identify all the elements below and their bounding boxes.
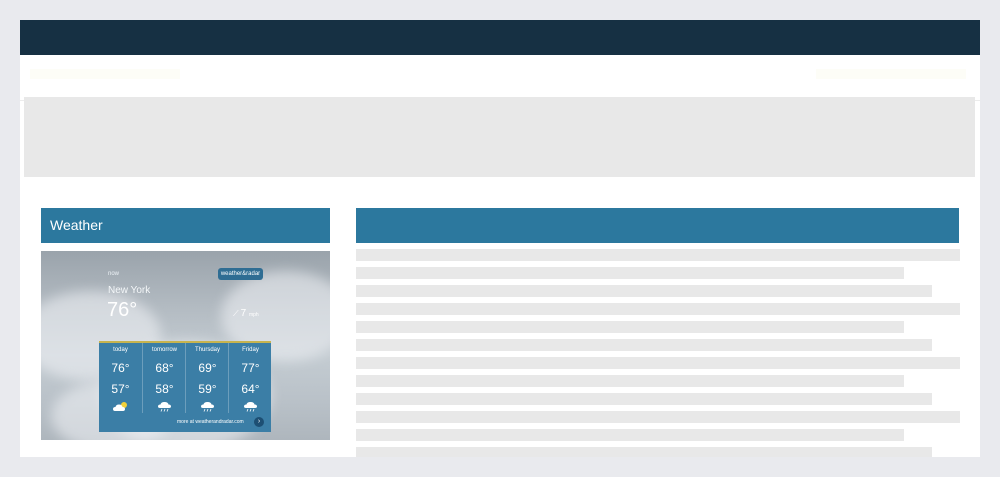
forecast-day: today 76° 57° — [99, 343, 142, 413]
forecast-day: Thursday 69° 59° — [185, 343, 229, 413]
forecast-high: 76° — [111, 361, 130, 375]
forecast-low: 58° — [155, 382, 174, 396]
text-line-placeholder — [356, 429, 904, 441]
forecast-panel: today 76° 57° tomorrow 68° 58° Thursday … — [99, 341, 271, 432]
current-temperature: 76° — [107, 299, 138, 321]
forecast-day: Friday 77° 64° — [228, 343, 272, 413]
secondary-navigation — [20, 55, 980, 101]
forecast-low: 64° — [241, 382, 260, 396]
wind-speed-unit: mph — [248, 312, 259, 318]
partly-cloudy-icon — [113, 402, 127, 411]
wind-direction-icon: ⟋ — [233, 309, 239, 318]
text-line-placeholder — [356, 357, 960, 369]
weather-radar-logo[interactable]: weather&radar — [218, 268, 263, 280]
text-line-placeholder — [356, 339, 932, 351]
text-line-placeholder — [356, 321, 904, 333]
page: Weather now weather&radar New York 76° ⟋… — [20, 20, 980, 457]
text-line-placeholder — [356, 393, 932, 405]
forecast-day-label: tomorrow — [151, 347, 177, 353]
text-line-placeholder — [356, 249, 960, 261]
text-line-placeholder — [356, 267, 904, 279]
forecast-high: 68° — [155, 361, 174, 375]
forecast-day-label: Thursday — [194, 347, 220, 353]
city-name: New York — [108, 285, 151, 296]
nav-placeholder-left — [30, 69, 180, 79]
rain-cloud-icon — [158, 402, 171, 412]
text-line-placeholder — [356, 303, 960, 315]
text-line-placeholder — [356, 285, 932, 297]
content-section-header — [356, 208, 959, 243]
forecast-low: 57° — [111, 382, 130, 396]
wind-speed-value: 7 — [240, 308, 247, 319]
forecast-high: 77° — [241, 361, 260, 375]
more-forecast-link[interactable]: more at weatherandradar.com — [177, 419, 244, 425]
text-line-placeholder — [356, 447, 932, 457]
top-navigation-bar — [20, 20, 980, 55]
forecast-high: 69° — [198, 361, 217, 375]
forecast-day: tomorrow 68° 58° — [142, 343, 186, 413]
nav-placeholder-right — [816, 69, 966, 79]
forecast-low: 59° — [198, 382, 217, 396]
wind-speed: ⟋ 7 mph — [233, 308, 259, 319]
chevron-right-icon[interactable]: › — [254, 417, 264, 427]
rain-cloud-icon — [244, 402, 257, 412]
weather-widget[interactable]: now weather&radar New York 76° ⟋ 7 mph to… — [41, 251, 330, 440]
text-line-placeholder — [356, 411, 960, 423]
now-label: now — [108, 271, 120, 277]
forecast-day-label: today — [113, 347, 128, 353]
text-line-placeholder — [356, 375, 904, 387]
rain-cloud-icon — [201, 402, 214, 412]
banner-placeholder — [24, 97, 975, 177]
forecast-day-label: Friday — [242, 347, 259, 353]
weather-section-title: Weather — [41, 208, 330, 243]
